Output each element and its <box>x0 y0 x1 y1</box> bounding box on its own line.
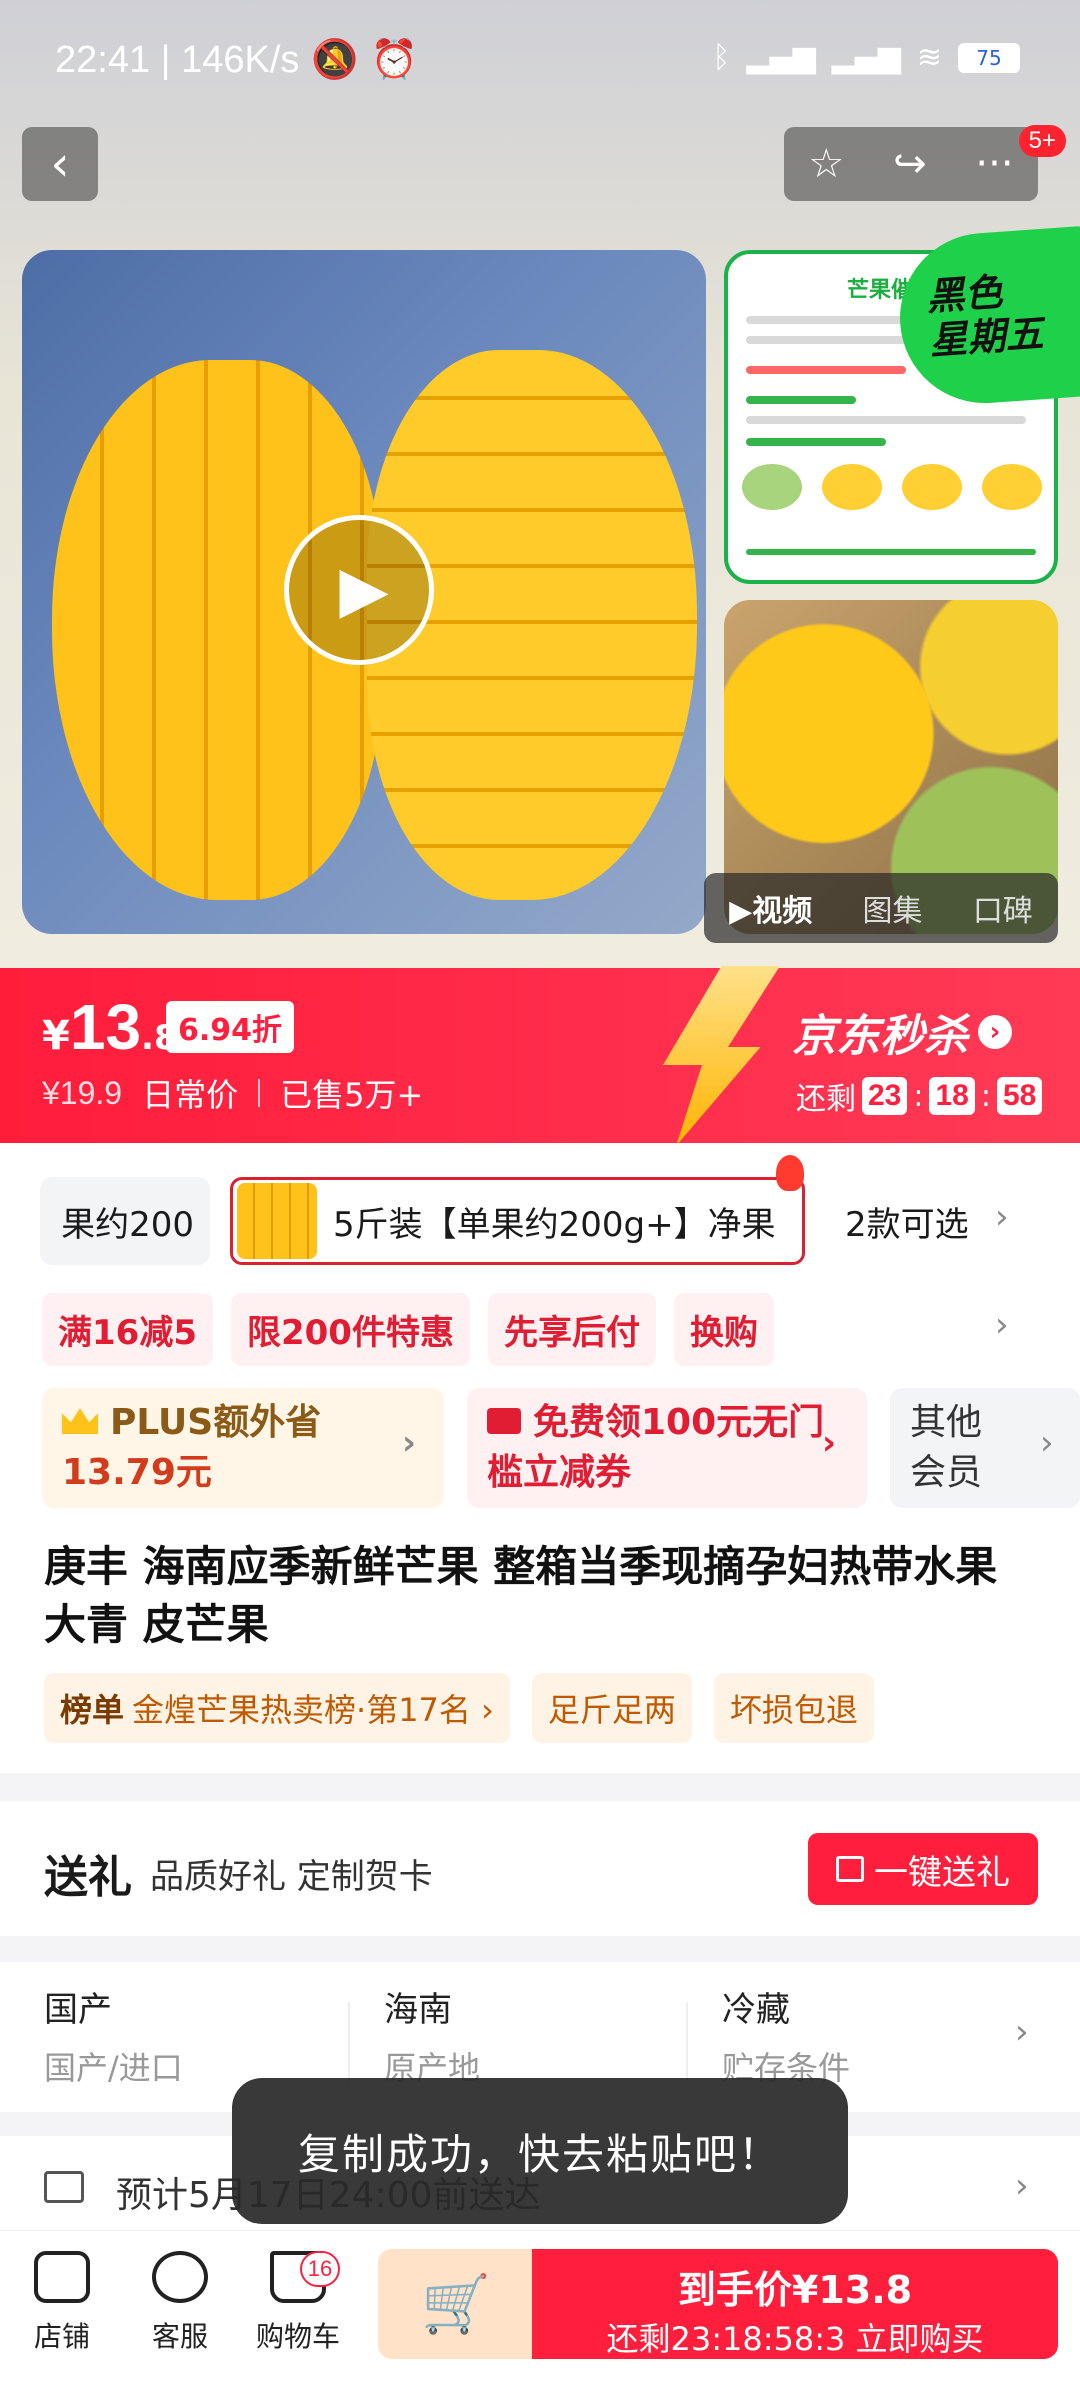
promo-tag: 限200件特惠 <box>230 1293 470 1366</box>
product-info: 果约200 5斤装【单果约200g+】净果 2款可选 › 满16减5 限200件… <box>0 1143 1080 1773</box>
promo-tag: 换购 <box>673 1293 774 1366</box>
product-title: 庚丰 海南应季新鲜芒果 整箱当季现摘孕妇热带水果大青 皮芒果 <box>44 1542 998 1649</box>
more-icon[interactable]: ··· <box>975 141 1013 187</box>
signal-icon-2: ▂▄▆ <box>831 40 901 75</box>
mute-icon: 🔕 <box>311 39 359 81</box>
customer-service-button[interactable]: 客服 <box>130 2251 230 2355</box>
benefit-cards: PLUS额外省 13.79元 › 免费领100元无门槛立减券 › 其他 会员 › <box>42 1388 1080 1508</box>
tab-video[interactable]: ▶视频 <box>729 886 812 930</box>
original-price-label: 日常价 <box>142 1076 239 1114</box>
play-video-button[interactable]: ▶ <box>284 515 434 665</box>
variant-count[interactable]: 2款可选 <box>845 1197 969 1246</box>
copy-success-toast: 复制成功，快去粘贴吧！ <box>232 2078 848 2224</box>
service-tag: 坏损包退 <box>713 1673 874 1743</box>
send-gift-button[interactable]: 一键送礼 <box>808 1833 1038 1905</box>
buy-now-button[interactable]: 到手价¥13.8 还剩23:18:58:3 立即购买 <box>532 2249 1058 2359</box>
plus-savings-amount: 13.79元 <box>62 1452 212 1493</box>
bottom-action-bar: 店铺 客服 购物车 16 🛒 到手价¥13.8 还剩23:18:58:3 立即购… <box>0 2230 1080 2400</box>
other-members-card[interactable]: 其他 会员 › <box>890 1388 1080 1508</box>
chevron-right-icon: › <box>822 1423 837 1463</box>
chevron-right-icon: › <box>978 1015 1012 1049</box>
coupon-card[interactable]: 免费领100元无门槛立减券 › <box>467 1388 867 1508</box>
tab-album[interactable]: 图集 <box>863 886 923 930</box>
add-cart-icon: 🛒 <box>421 2272 491 2337</box>
promo-tag: 满16减5 <box>42 1293 213 1366</box>
shop-icon <box>34 2251 90 2303</box>
add-to-cart-button[interactable]: 🛒 <box>378 2249 534 2359</box>
truck-icon <box>44 2171 84 2203</box>
gift-description: 品质好礼 定制贺卡 <box>150 1857 433 1897</box>
status-bar: 22:41 | 146K/s 🔕 ⏰ ᛒ ▂▄▆ ▂▄▆ ≋ 75 <box>0 0 1080 125</box>
share-icon[interactable]: ↪ <box>893 141 927 187</box>
battery-level: 75 <box>976 45 1002 70</box>
bluetooth-icon: ᛒ <box>712 40 731 75</box>
ripening-steps-icons <box>742 464 1042 524</box>
seckill-countdown: 还剩 23: 18: 58 <box>796 1074 1043 1118</box>
chevron-right-icon[interactable]: › <box>995 1197 1009 1237</box>
price-banner: ¥ 13 .8 6.94折 ¥19.9 日常价 已售5万+ 京东秒杀 › 还剩 … <box>0 966 1080 1146</box>
chevron-right-icon: › <box>402 1423 417 1463</box>
promotion-tags[interactable]: 满16减5 限200件特惠 先享后付 换购 <box>42 1293 774 1366</box>
coupon-icon <box>487 1408 521 1434</box>
main-product-image[interactable]: ▶ <box>22 250 706 934</box>
promo-tag: 先享后付 <box>487 1293 656 1366</box>
countdown-seconds: 58 <box>996 1077 1043 1115</box>
price-details: ¥19.9 日常价 已售5万+ <box>42 1070 423 1116</box>
final-price: 到手价¥13.8 <box>677 2268 913 2312</box>
variant-option[interactable]: 果约200 <box>40 1177 210 1265</box>
chevron-right-icon[interactable]: › <box>995 1305 1009 1345</box>
discount-tag: 6.94折 <box>166 1001 295 1053</box>
gift-section: 送礼 品质好礼 定制贺卡 一键送礼 <box>0 1801 1080 1936</box>
original-price: ¥19.9 <box>42 1074 123 1111</box>
chevron-right-icon: › <box>1040 1423 1054 1463</box>
variant-option-selected[interactable]: 5斤装【单果约200g+】净果 <box>230 1177 805 1265</box>
product-gallery-area: 22:41 | 146K/s 🔕 ⏰ ᛒ ▂▄▆ ▂▄▆ ≋ 75 ‹ ☆ ↪ … <box>0 0 1080 968</box>
chevron-right-icon: › <box>1015 2012 1029 2052</box>
play-icon: ▶ <box>339 553 389 627</box>
gift-label: 送礼 <box>44 1852 132 1903</box>
service-tag: 足斤足两 <box>531 1673 692 1743</box>
variant-selector: 果约200 5斤装【单果约200g+】净果 2款可选 › <box>0 1155 1080 1273</box>
gallery-tabs: ▶视频 图集 口碑 <box>704 873 1058 943</box>
tab-reviews[interactable]: 口碑 <box>973 886 1033 930</box>
plus-savings-card[interactable]: PLUS额外省 13.79元 › <box>42 1388 444 1508</box>
gift-icon <box>836 1856 864 1882</box>
top-action-group: ☆ ↪ ··· <box>784 127 1038 201</box>
buy-countdown: 还剩23:18:58:3 立即购买 <box>606 2320 984 2358</box>
countdown-hours: 23 <box>862 1077 908 1115</box>
current-price: ¥ 13 .8 <box>42 991 178 1063</box>
product-tags: 榜单 金煌芒果热卖榜·第17名 › 足斤足两 坏损包退 <box>44 1673 874 1743</box>
back-button[interactable]: ‹ <box>22 127 98 201</box>
battery-icon: 75 <box>958 42 1020 73</box>
lightning-icon <box>663 966 780 1146</box>
seckill-link[interactable]: 京东秒杀 › <box>792 1000 1012 1064</box>
chevron-right-icon: › <box>1015 2166 1029 2206</box>
hot-icon <box>776 1155 804 1191</box>
signal-icon: ▂▄▆ <box>746 40 816 75</box>
shop-button[interactable]: 店铺 <box>12 2251 112 2355</box>
sold-count: 已售5万+ <box>280 1076 424 1114</box>
crown-icon <box>62 1408 98 1434</box>
service-icon <box>152 2251 208 2303</box>
wifi-icon: ≋ <box>916 40 942 75</box>
variant-thumbnail <box>237 1183 317 1259</box>
status-time-speed: 22:41 | 146K/s <box>55 38 300 81</box>
ranking-tag[interactable]: 榜单 金煌芒果热卖榜·第17名 › <box>44 1673 510 1743</box>
alarm-icon: ⏰ <box>370 39 419 81</box>
back-icon: ‹ <box>50 136 70 192</box>
countdown-minutes: 18 <box>929 1077 975 1115</box>
cart-count-badge: 16 <box>300 2251 340 2287</box>
message-badge: 5+ <box>1018 125 1066 157</box>
favorite-icon[interactable]: ☆ <box>808 141 844 187</box>
